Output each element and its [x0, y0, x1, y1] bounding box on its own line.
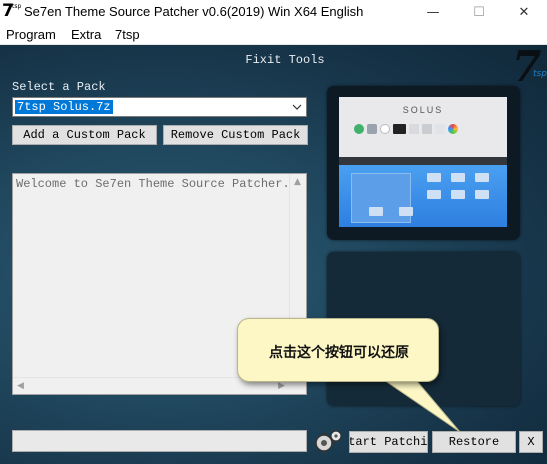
fixit-tools-heading: Fixit Tools [245, 53, 325, 67]
maximize-button[interactable]: ☐ [456, 0, 502, 24]
gear-icon [313, 430, 342, 454]
callout-bubble: 点击这个按钮可以还原 [237, 318, 439, 382]
preview-dock [339, 157, 507, 165]
preview-app-icon [393, 124, 406, 134]
preview-brand-text: SOLUS [402, 105, 444, 115]
close-button[interactable]: ✕ [501, 0, 547, 24]
preview-header: SOLUS [339, 97, 507, 157]
scroll-right-icon[interactable]: ▶ [278, 381, 285, 391]
menu-7tsp[interactable]: 7tsp [115, 27, 140, 42]
brand-logo-tsp: tsp [533, 69, 547, 79]
preview-app-icon [448, 124, 458, 134]
close-icon: ✕ [518, 4, 530, 20]
preview-folder-icon [369, 207, 383, 216]
menu-program[interactable]: Program [6, 27, 56, 42]
preview-folder-icon [475, 190, 489, 199]
preview-app-icon [409, 124, 419, 134]
minimize-icon: — [426, 4, 440, 20]
preview-folder-icon [451, 190, 465, 199]
pack-select-value: 7tsp Solus.7z [15, 100, 113, 114]
brand-logo-seven: 7 [512, 42, 542, 91]
app-logo-tsp: tsp [12, 3, 22, 10]
start-patching-button[interactable]: Start Patching [349, 431, 428, 453]
chevron-down-icon [292, 104, 302, 110]
preview-folder-icon [475, 173, 489, 182]
select-pack-label: Select a Pack [12, 80, 106, 94]
exit-button[interactable]: X [519, 431, 543, 453]
preview-app-icon [435, 124, 445, 134]
preview-app-icon [354, 124, 364, 134]
preview-folder-icon [427, 173, 441, 182]
pack-select[interactable]: 7tsp Solus.7z [12, 97, 307, 117]
add-custom-pack-button[interactable]: Add a Custom Pack [12, 125, 157, 145]
callout-text: 点击这个按钮可以还原 [269, 344, 409, 360]
preview-folder-icon [427, 190, 441, 199]
preview-folder-icon [399, 207, 413, 216]
maximize-icon: ☐ [473, 4, 485, 20]
log-text: Welcome to Se7en Theme Source Patcher. [16, 177, 290, 191]
preview-app-icon [367, 124, 377, 134]
brand-logo: 7 tsp [506, 42, 547, 91]
menu-extra[interactable]: Extra [71, 27, 101, 42]
window-title: Se7en Theme Source Patcher v0.6(2019) Wi… [24, 4, 364, 19]
preview-desktop [339, 165, 507, 227]
preview-folder-icon [451, 173, 465, 182]
minimize-button[interactable]: — [410, 0, 456, 24]
preview-app-icon [422, 124, 432, 134]
preview-app-icon [380, 124, 390, 134]
preview-icon-row [354, 124, 458, 134]
menu-bar: Program Extra 7tsp [0, 24, 547, 45]
restore-button[interactable]: Restore [432, 431, 516, 453]
scroll-up-icon[interactable]: ▲ [294, 177, 301, 187]
theme-preview-image: SOLUS [339, 97, 507, 227]
start-patching-label: Start Patching [350, 435, 428, 449]
scroll-left-icon[interactable]: ◀ [17, 381, 24, 391]
status-field [12, 430, 307, 452]
app-logo: 7 tsp [2, 1, 22, 22]
title-bar: 7 tsp Se7en Theme Source Patcher v0.6(20… [0, 0, 547, 24]
remove-custom-pack-button[interactable]: Remove Custom Pack [163, 125, 308, 145]
